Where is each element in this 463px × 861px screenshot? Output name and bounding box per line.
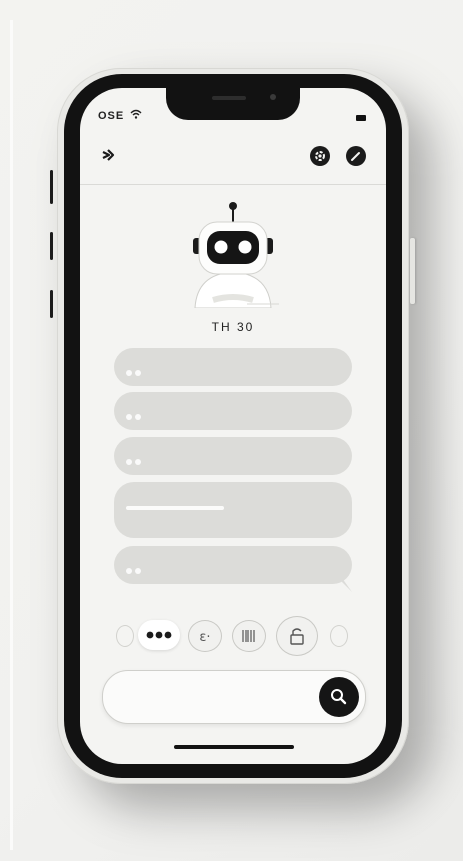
back-arrow-icon[interactable] <box>100 147 116 163</box>
typing-dots <box>126 561 144 579</box>
typing-dots <box>126 363 144 381</box>
svg-text:ε·: ε· <box>199 630 210 645</box>
message-text-placeholder <box>126 506 224 510</box>
earpiece-speaker <box>212 96 246 100</box>
chat-bubble <box>114 348 352 386</box>
search-button[interactable] <box>319 677 359 717</box>
phone-screen: OSE TH 30 ε· <box>80 88 386 764</box>
status-time: OSE <box>98 110 125 122</box>
volume-up-button <box>50 232 53 260</box>
typing-dots <box>126 452 144 470</box>
search-icon <box>331 689 347 705</box>
volume-down-button <box>50 290 53 318</box>
robot-avatar-icon <box>193 202 279 308</box>
header-divider <box>80 184 386 185</box>
chat-bubble <box>114 546 352 592</box>
more-icon[interactable] <box>138 620 180 650</box>
mute-switch <box>50 170 53 204</box>
chat-bubble <box>114 437 352 475</box>
quick-action-ghost-left <box>116 625 134 647</box>
chat-bubble <box>114 392 352 430</box>
pencil-icon[interactable] <box>346 146 366 166</box>
lock-icon[interactable] <box>276 616 318 656</box>
home-indicator[interactable] <box>174 745 294 749</box>
bot-name: TH 30 <box>211 320 255 334</box>
gear-icon[interactable] <box>310 146 330 166</box>
background-edge <box>10 20 13 850</box>
typing-dots <box>126 407 144 425</box>
barcode-icon[interactable] <box>232 620 266 652</box>
wifi-icon <box>130 109 142 119</box>
emoji-icon[interactable]: ε· <box>188 620 222 652</box>
chat-bubble <box>114 482 352 538</box>
power-button <box>410 238 415 304</box>
message-composer <box>102 670 366 724</box>
notch <box>166 88 300 120</box>
bubble-tail <box>338 578 352 592</box>
search-input[interactable] <box>119 685 303 709</box>
battery-icon <box>356 115 366 121</box>
quick-action-ghost-right <box>330 625 348 647</box>
front-camera <box>270 94 276 100</box>
